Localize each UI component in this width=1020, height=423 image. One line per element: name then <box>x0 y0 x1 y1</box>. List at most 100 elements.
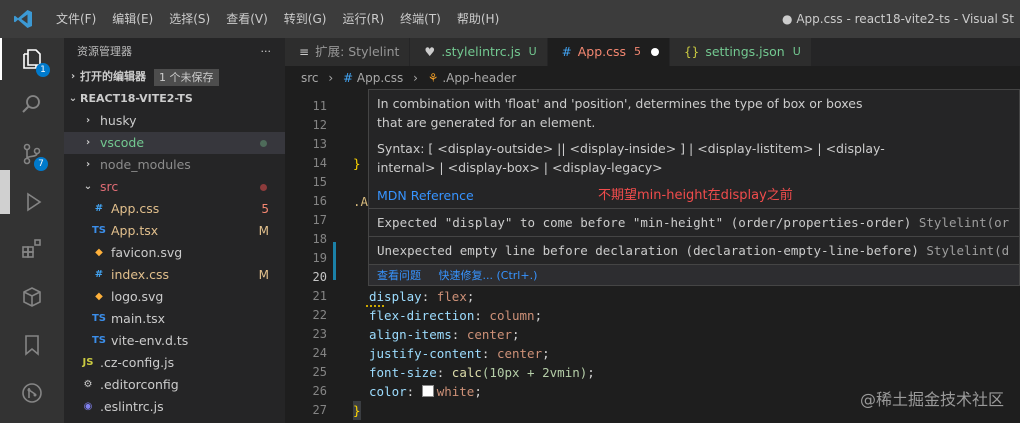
quick-fix-link[interactable]: 快速修复... (Ctrl+.) <box>439 269 538 282</box>
diagnostic-text: Expected "display" to come before "min-h… <box>377 215 912 230</box>
breadcrumb-file[interactable]: App.css <box>357 71 403 85</box>
line-number: 17 <box>312 213 327 227</box>
untracked-marker: U <box>792 45 801 58</box>
tree-item[interactable]: ◆ logo.svg <box>64 286 285 308</box>
git-change-marker <box>333 242 336 280</box>
unsaved-dot-icon[interactable] <box>651 48 660 56</box>
selector-fragment: .A <box>353 194 369 209</box>
code-line-22: flex-direction: column; <box>369 308 543 323</box>
hover-description-line: that are generated for an element. <box>377 115 596 130</box>
line-number: 16 <box>312 194 327 208</box>
unsaved-badge: 1 个未保存 <box>154 68 219 86</box>
config-file-icon: ⚙ <box>83 379 93 390</box>
hover-description-line: In combination with 'float' and 'positio… <box>377 96 863 111</box>
tree-item[interactable]: ⚙ .editorconfig <box>64 374 285 396</box>
diagnostic-message: Unexpected empty line before declaration… <box>369 236 1019 264</box>
hover-widget: In combination with 'float' and 'positio… <box>368 89 1020 286</box>
bookmarks-icon[interactable] <box>0 324 64 366</box>
javascript-file-icon: JS <box>82 357 94 368</box>
chevron-right-icon: › <box>413 71 418 85</box>
tab-label: App.css <box>577 44 627 59</box>
color-swatch[interactable] <box>421 385 434 397</box>
chevron-right-icon: › <box>328 71 334 85</box>
search-icon[interactable] <box>0 83 64 125</box>
explorer-icon[interactable]: 1 <box>0 38 64 80</box>
menu-help[interactable]: 帮助(H) <box>449 0 507 38</box>
tree-item[interactable]: ◉ .eslintrc.js <box>64 396 285 418</box>
symbol-icon: ⚘ <box>427 71 439 85</box>
diagnostic-message: Expected "display" to come before "min-h… <box>369 208 1019 236</box>
tree-item[interactable]: # index.css M <box>64 264 285 286</box>
git-status-badge: 5 <box>261 202 269 216</box>
tree-item[interactable]: ⌄ src <box>64 176 285 198</box>
tree-item-label: src <box>100 179 119 194</box>
tree-item[interactable]: # App.css 5 <box>64 198 285 220</box>
diagnostic-source[interactable]: Stylelint(or <box>919 215 1009 230</box>
tree-item[interactable]: JS .cz-config.js <box>64 352 285 374</box>
tab-label: .stylelintrc.js <box>441 44 521 59</box>
tree-item[interactable]: TS main.tsx <box>64 308 285 330</box>
chevron-right-icon: › <box>85 115 91 126</box>
tab-stylelint-extension[interactable]: ≡ 扩展: Stylelint <box>285 38 411 66</box>
open-editors-section[interactable]: › 打开的编辑器 1 个未保存 <box>64 66 285 88</box>
tab-stylelintrc[interactable]: ♥ .stylelintrc.js U <box>410 38 548 66</box>
editor-tabs: ≡ 扩展: Stylelint ♥ .stylelintrc.js U # Ap… <box>285 38 1020 66</box>
typescript-file-icon: TS <box>91 335 107 346</box>
breadcrumb-symbol[interactable]: .App-header <box>442 71 516 85</box>
typescript-file-icon: TS <box>91 313 107 324</box>
line-number: 23 <box>312 327 327 341</box>
tree-item[interactable]: › vscode <box>64 132 285 154</box>
tree-item[interactable]: › husky <box>64 110 285 132</box>
menu-go[interactable]: 转到(G) <box>276 0 335 38</box>
activity-bar: 1 7 <box>0 38 64 423</box>
extensions-icon[interactable] <box>0 228 64 270</box>
tree-item-label: vite-env.d.ts <box>111 333 189 348</box>
menu-run[interactable]: 运行(R) <box>334 0 392 38</box>
line-number: 27 <box>312 403 327 417</box>
css-file-icon: # <box>561 45 572 59</box>
hover-syntax-line: Syntax: [ <display-outside> || <display-… <box>377 141 885 156</box>
svg-file-icon: ◆ <box>95 291 103 302</box>
chevron-right-icon: › <box>85 137 91 148</box>
mdn-reference-link[interactable]: MDN Reference <box>377 188 474 203</box>
hover-syntax-line: internal> | <display-box> | <display-leg… <box>377 160 663 175</box>
window-edge-strip <box>0 170 10 214</box>
code-line-24: justify-content: center; <box>369 346 550 361</box>
tab-label: 扩展: Stylelint <box>315 44 400 59</box>
menu-view[interactable]: 查看(V) <box>218 0 276 38</box>
remote-explorer-icon[interactable] <box>0 276 64 318</box>
diagnostic-source[interactable]: Stylelint(d <box>926 243 1009 258</box>
tree-item-label: App.tsx <box>111 223 159 238</box>
annotation-note: 不期望min-height在display之前 <box>598 188 793 203</box>
view-problem-link[interactable]: 查看问题 <box>377 269 421 282</box>
tab-app-css[interactable]: # App.css 5 <box>547 38 671 66</box>
project-section[interactable]: ⌄ REACT18-VITE2-TS <box>64 88 285 110</box>
tree-item-label: .eslintrc.js <box>100 399 164 414</box>
menu-selection[interactable]: 选择(S) <box>161 0 218 38</box>
tab-label: settings.json <box>705 44 785 59</box>
source-control-icon[interactable]: 7 <box>0 133 64 175</box>
menu-file[interactable]: 文件(F) <box>48 0 104 38</box>
more-actions-icon[interactable]: ··· <box>261 38 272 66</box>
tree-item[interactable]: › node_modules <box>64 154 285 176</box>
tree-item[interactable]: ◆ favicon.svg <box>64 242 285 264</box>
line-number: 18 <box>312 232 327 246</box>
breadcrumb: src › # App.css › ⚘ .App-header <box>285 66 1020 90</box>
line-number: 13 <box>312 137 327 151</box>
tab-settings-json[interactable]: {} settings.json U <box>670 38 812 66</box>
chevron-right-icon: › <box>70 71 76 82</box>
breadcrumb-folder[interactable]: src <box>301 71 319 85</box>
git-graph-icon[interactable] <box>0 372 64 414</box>
tree-item-label: App.css <box>111 201 160 216</box>
chevron-down-icon: ⌄ <box>83 181 93 192</box>
explorer-sidebar: 资源管理器 ··· › 打开的编辑器 1 个未保存 ⌄ REACT18-VITE… <box>64 38 285 423</box>
code-line-26: color: white; <box>369 384 482 399</box>
tree-item[interactable]: TS vite-env.d.ts <box>64 330 285 352</box>
menu-edit[interactable]: 编辑(E) <box>104 0 161 38</box>
menu-terminal[interactable]: 终端(T) <box>392 0 449 38</box>
tree-item[interactable]: TS App.tsx M <box>64 220 285 242</box>
status-dot-icon <box>260 140 267 147</box>
untracked-marker: U <box>528 45 537 58</box>
line-number: 25 <box>312 365 327 379</box>
line-number: 20 <box>312 270 327 284</box>
